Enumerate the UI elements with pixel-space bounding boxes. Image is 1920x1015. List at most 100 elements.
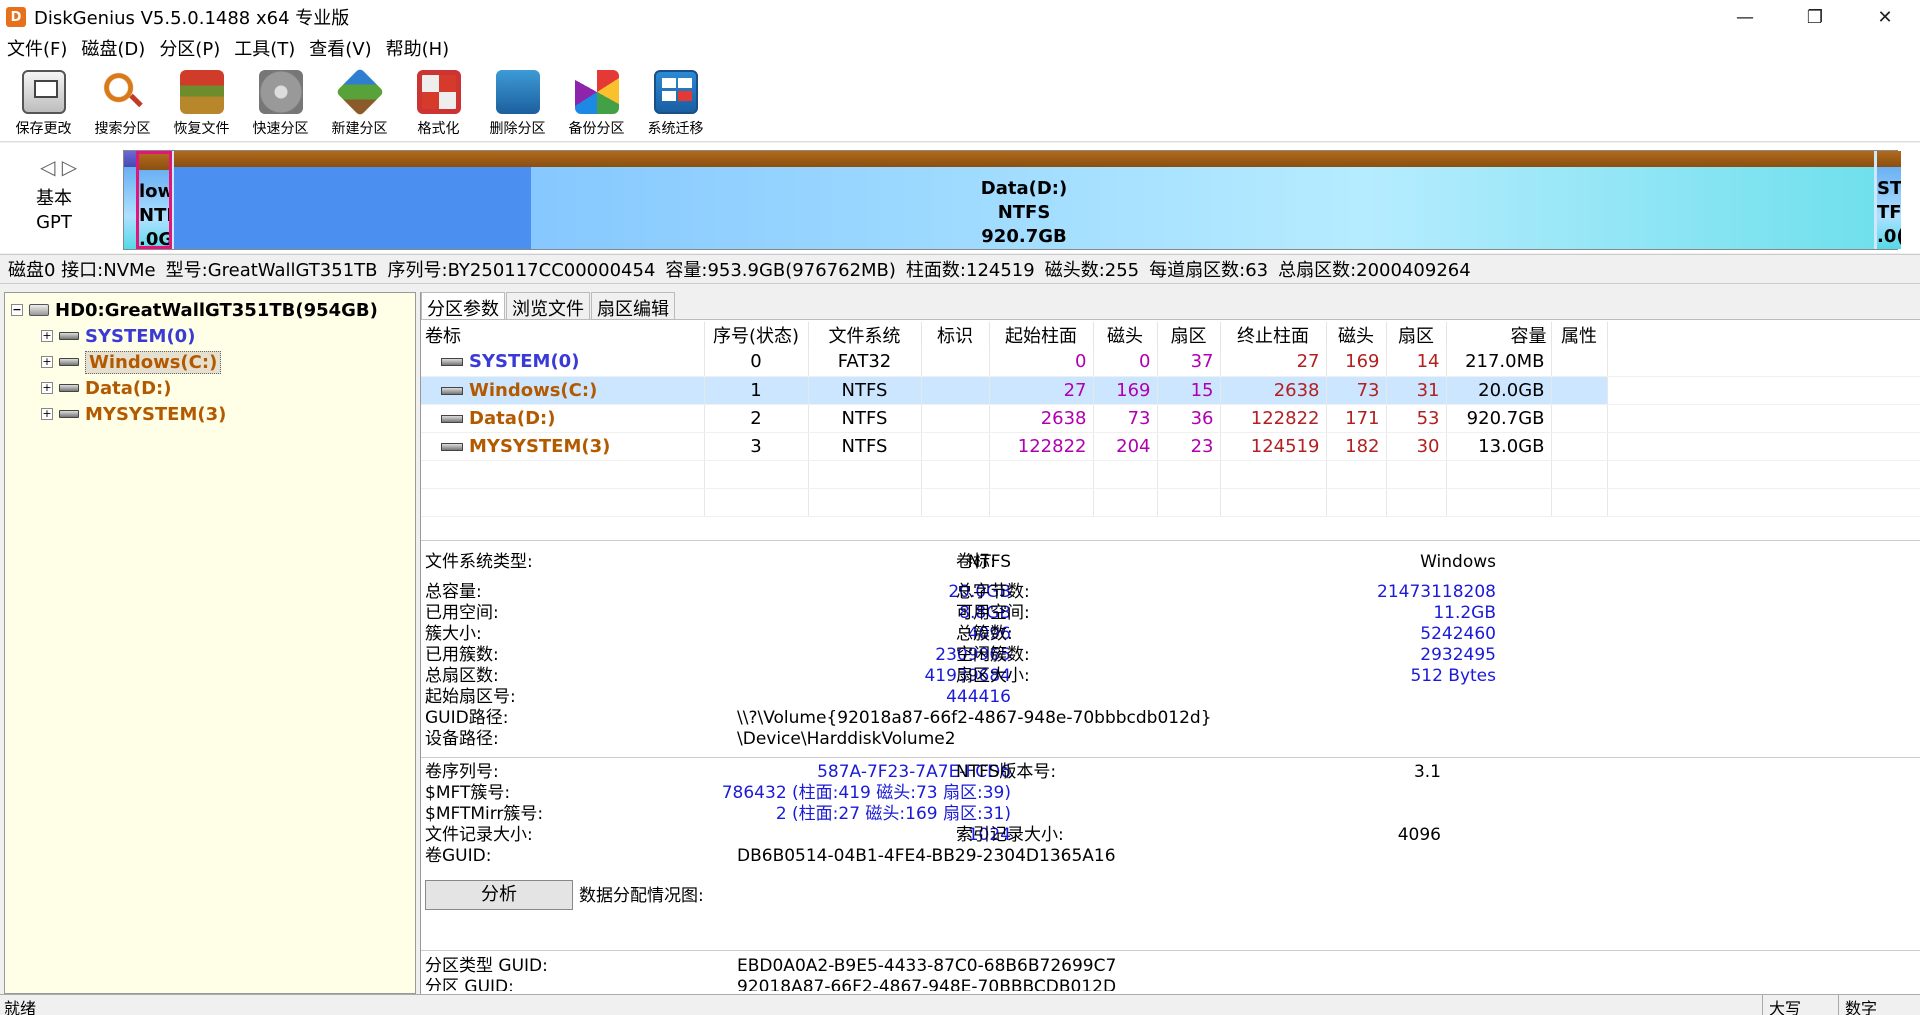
menu-help[interactable]: 帮助(H) [379, 35, 457, 61]
expand-icon[interactable]: + [41, 408, 53, 420]
collapse-icon[interactable]: − [11, 304, 23, 316]
partition-icon [441, 386, 463, 395]
mft-label: $MFT簇号: [425, 783, 511, 803]
tool-label: 快速分区 [252, 121, 309, 137]
col-fs[interactable]: 文件系统 [808, 322, 922, 348]
cluster-size-label: 簇大小: [425, 624, 482, 644]
recover-files-button[interactable]: 恢复文件 [162, 62, 241, 138]
search-partition-button[interactable]: 搜索分区 [83, 62, 162, 138]
restore-button[interactable]: ❐ [1780, 0, 1850, 34]
free-space-value: 11.2GB [1433, 603, 1496, 623]
tree-item-windows[interactable]: + Windows(C:) [11, 349, 409, 375]
tab-browse-files[interactable]: 浏览文件 [506, 292, 590, 320]
menu-partition[interactable]: 分区(P) [152, 35, 227, 61]
expand-icon[interactable]: + [41, 330, 53, 342]
start-sector-label: 起始扇区号: [425, 687, 516, 707]
partition-guid-value: 92018A87-66F2-4867-948E-70BBBCDB012D [737, 977, 1117, 991]
format-button[interactable]: 格式化 [399, 62, 478, 138]
menu-disk[interactable]: 磁盘(D) [74, 35, 152, 61]
backup-partition-button[interactable]: 备份分区 [557, 62, 636, 138]
table-row[interactable]: SYSTEM(0) 0 FAT32 0 0 37 27 169 14 217.0… [421, 348, 1920, 377]
segment-text: Data(D:) NTFS 920.7GB [980, 178, 1068, 247]
col-start-head[interactable]: 磁头 [1093, 322, 1158, 348]
new-partition-button[interactable]: 新建分区 [320, 62, 399, 138]
partition-icon [441, 442, 463, 451]
system-migrate-button[interactable]: 系统迁移 [636, 62, 715, 138]
device-path-value: \Device\HarddiskVolume2 [737, 729, 956, 749]
table-row-selected[interactable]: Windows(C:) 1 NTFS 27 169 15 2638 73 31 … [421, 376, 1920, 405]
disk-info-bar: 磁盘0 接口:NVMe 型号:GreatWallGT351TB 序列号:BY25… [0, 254, 1920, 284]
quick-partition-button[interactable]: 快速分区 [241, 62, 320, 138]
vol-serial-label: 卷序列号: [425, 762, 499, 782]
tool-label: 格式化 [417, 121, 460, 137]
tab-sector-edit[interactable]: 扇区编辑 [591, 292, 675, 320]
save-icon [21, 70, 66, 114]
expand-icon[interactable]: + [41, 356, 53, 368]
partition-segment-data[interactable]: Data(D:) NTFS 920.7GB [174, 151, 1874, 249]
partition-icon [441, 414, 463, 423]
partition-guid-label: 分区 GUID: [425, 977, 514, 991]
minimize-button[interactable]: — [1710, 0, 1780, 34]
col-flag[interactable]: 标识 [921, 322, 990, 348]
total-bytes-label: 总字节数: [956, 582, 1030, 602]
ntfs-version-label: NTFS版本号: [956, 762, 1057, 782]
expand-icon[interactable]: + [41, 382, 53, 394]
col-start-sector[interactable]: 扇区 [1157, 322, 1221, 348]
menu-file[interactable]: 文件(F) [0, 35, 74, 61]
used-space-label: 已用空间: [425, 603, 499, 623]
device-path-label: 设备路径: [425, 729, 499, 749]
toolbar: 保存更改 搜索分区 恢复文件 快速分区 新建分区 格式化 删除分区 备份分区 系… [0, 62, 1920, 142]
tree-item-label: MYSYSTEM(3) [85, 403, 227, 425]
record-size-label: 文件记录大小: [425, 825, 533, 845]
close-button[interactable]: ✕ [1850, 0, 1920, 34]
tool-label: 保存更改 [15, 121, 72, 137]
menu-view[interactable]: 查看(V) [302, 35, 378, 61]
table-row[interactable]: Data(D:) 2 NTFS 2638 73 36 122822 171 53… [421, 404, 1920, 433]
tree-item-system[interactable]: + SYSTEM(0) [11, 323, 409, 349]
guid-path-value: \\?\Volume{92018a87-66f2-4867-948e-70bbb… [737, 708, 1212, 728]
partition-segment-system[interactable] [124, 151, 136, 249]
col-end-head[interactable]: 磁头 [1326, 322, 1387, 348]
total-sectors-label: 总扇区数: [425, 666, 499, 686]
search-icon [100, 70, 145, 114]
tool-label: 删除分区 [489, 121, 546, 137]
tree-item-mysystem[interactable]: + MYSYSTEM(3) [11, 401, 409, 427]
col-label[interactable]: 卷标 [421, 322, 705, 348]
segment-text: ST TF .0( [1877, 178, 1901, 247]
col-size[interactable]: 容量 [1446, 322, 1552, 348]
tool-label: 系统迁移 [647, 121, 704, 137]
partition-panel: 分区参数 浏览文件 扇区编辑 卷标 序号(状态) 文件系统 标识 起始柱面 磁头… [420, 292, 1920, 994]
disk-tree: − HD0:GreatWallGT351TB(954GB) + SYSTEM(0… [4, 292, 416, 994]
analyze-button[interactable]: 分析 [425, 880, 573, 910]
menu-tools[interactable]: 工具(T) [227, 35, 302, 61]
tree-disk-label: HD0:GreatWallGT351TB(954GB) [55, 299, 378, 321]
col-index[interactable]: 序号(状态) [704, 322, 809, 348]
partition-segment-windows[interactable]: low NTF .0G [136, 151, 172, 249]
col-start-cyl[interactable]: 起始柱面 [989, 322, 1094, 348]
total-clusters-label: 总簇数: [956, 624, 1013, 644]
free-space-label: 可用空间: [956, 603, 1030, 623]
ntfs-version-value: 3.1 [1413, 762, 1441, 782]
title-bar: D DiskGenius V5.5.0.1488 x64 专业版 — ❐ ✕ [0, 0, 1920, 34]
index-size-label: 索引记录大小: [956, 825, 1064, 845]
col-end-sector[interactable]: 扇区 [1386, 322, 1447, 348]
disk-interface: 磁盘0 接口:NVMe [8, 260, 156, 281]
mftmirr-value: 2 (柱面:27 磁头:169 扇区:31) [775, 804, 1011, 824]
format-icon [416, 70, 461, 114]
tree-item-label: Windows(C:) [85, 350, 222, 374]
vol-guid-value: DB6B0514-04B1-4FE4-BB29-2304D1365A16 [737, 846, 1116, 866]
partition-table: 卷标 序号(状态) 文件系统 标识 起始柱面 磁头 扇区 终止柱面 磁头 扇区 … [421, 322, 1920, 517]
save-changes-button[interactable]: 保存更改 [4, 62, 83, 138]
start-sector-value: 444416 [946, 687, 1011, 707]
col-attr[interactable]: 属性 [1551, 322, 1608, 348]
sector-size-label: 扇区大小: [956, 666, 1030, 686]
partition-segment-mysystem[interactable]: ST TF .0( [1877, 151, 1901, 249]
table-row[interactable]: MYSYSTEM(3) 3 NTFS 122822 204 23 124519 … [421, 432, 1920, 461]
delete-partition-button[interactable]: 删除分区 [478, 62, 557, 138]
tool-label: 备份分区 [568, 121, 625, 137]
tree-item-data[interactable]: + Data(D:) [11, 375, 409, 401]
tree-disk-hd0[interactable]: − HD0:GreatWallGT351TB(954GB) [11, 297, 409, 323]
col-end-cyl[interactable]: 终止柱面 [1220, 322, 1327, 348]
disk-nav-arrows[interactable]: ◁ ▷ [40, 155, 77, 179]
tab-partition-params[interactable]: 分区参数 [421, 292, 505, 320]
